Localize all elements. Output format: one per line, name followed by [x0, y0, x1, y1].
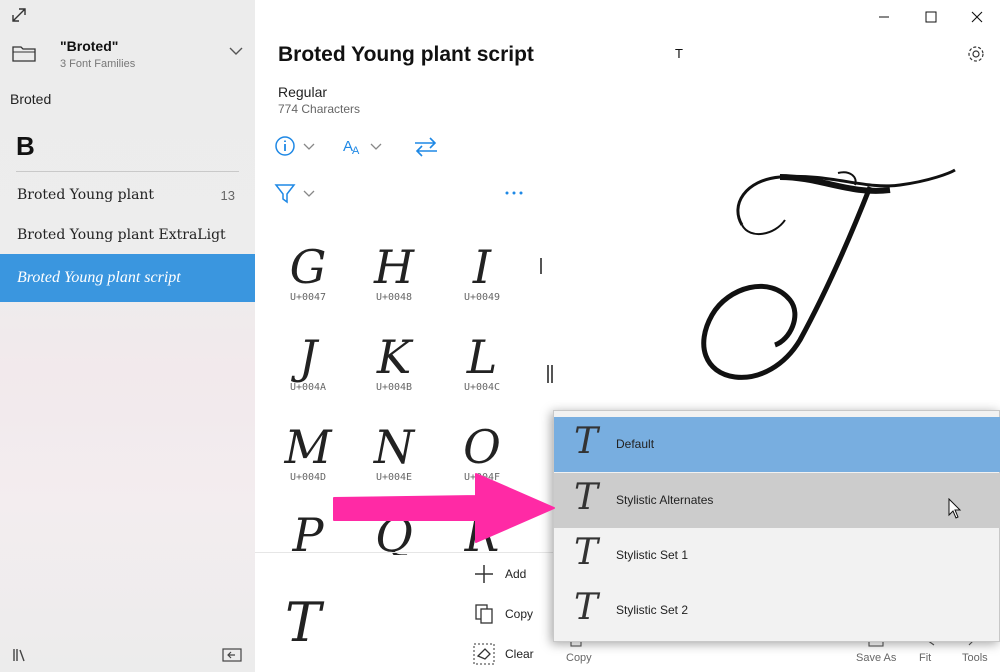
collection-folder-icon — [12, 46, 36, 62]
glyph-cell[interactable]: K U+004B — [349, 330, 439, 415]
collection-subtitle: 3 Font Families — [60, 58, 136, 70]
family-label: Broted — [10, 91, 52, 107]
more-options-button[interactable] — [503, 182, 527, 206]
glyph-char: M — [284, 420, 332, 474]
bottom-copy-label[interactable]: Copy — [566, 652, 592, 664]
add-label: Add — [505, 567, 527, 581]
glyph-code: U+004C — [463, 382, 501, 393]
font-size-dropdown-button[interactable]: A A — [342, 135, 388, 159]
variant-stylistic-alternates[interactable]: T Stylistic Alternates — [554, 473, 1000, 528]
variant-label: Default — [616, 437, 655, 451]
collection-name: "Broted" — [60, 38, 119, 54]
variant-label: Stylistic Set 2 — [616, 603, 689, 617]
maximize-icon[interactable] — [918, 7, 944, 27]
compare-glyph: T — [285, 591, 322, 654]
clear-label: Clear — [505, 647, 534, 661]
glyph-char: G — [289, 240, 327, 294]
glyph-cell[interactable]: H U+0048 — [349, 240, 439, 325]
save-as-label[interactable]: Save As — [856, 652, 896, 664]
glyph-code: U+0048 — [375, 292, 413, 303]
typography-variants-flyout: T Default T Stylistic Alternates T Styli… — [553, 410, 1000, 642]
group-divider — [16, 171, 239, 172]
collection-selector[interactable]: "Broted" 3 Font Families — [0, 34, 255, 74]
font-item-label: Broted Young plant — [17, 187, 155, 203]
annotation-arrow — [333, 473, 555, 543]
variant-glyph: T — [574, 477, 599, 518]
font-item-label: Broted Young plant ExtraLigt — [17, 227, 226, 243]
compare-area: T Add Copy Clear — [255, 552, 555, 672]
scrollbar-indicator[interactable] — [540, 258, 542, 274]
splitter-handle[interactable] — [547, 365, 549, 383]
group-letter: B — [16, 131, 35, 161]
tools-label[interactable]: Tools — [962, 652, 988, 664]
chevron-down-icon[interactable] — [228, 46, 244, 56]
font-title: Broted Young plant script — [278, 43, 534, 66]
fit-label[interactable]: Fit — [919, 652, 931, 664]
variant-glyph: T — [574, 587, 599, 628]
font-style: Regular — [278, 84, 328, 100]
variant-glyph: T — [574, 532, 599, 573]
variant-stylistic-set-1[interactable]: T Stylistic Set 1 — [554, 528, 1000, 583]
character-map-window: "Broted" 3 Font Families Broted B Broted… — [0, 0, 1000, 672]
variant-label: Stylistic Set 1 — [616, 548, 689, 562]
font-list-item[interactable]: Broted Young plant 13 — [0, 175, 255, 215]
swap-button[interactable] — [413, 135, 439, 159]
glyph-char: K — [376, 330, 412, 384]
glyph-code: U+0047 — [289, 292, 327, 303]
glyph-char: L — [466, 330, 498, 384]
font-list-item[interactable]: Broted Young plant ExtraLigt — [0, 215, 255, 255]
font-item-count: 13 — [220, 188, 235, 203]
info-icon — [275, 136, 315, 156]
text-size-icon: A A — [343, 138, 382, 157]
svg-text:A: A — [352, 145, 360, 157]
info-dropdown-button[interactable] — [274, 135, 320, 159]
expand-icon[interactable] — [10, 6, 36, 28]
glyph-char: N — [373, 420, 415, 474]
font-item-label: Broted Young plant script — [17, 269, 181, 286]
glyph-preview-large — [701, 168, 956, 380]
swap-arrows-icon — [415, 137, 437, 157]
copy-icon — [475, 604, 493, 624]
ellipsis-icon — [505, 191, 523, 195]
sidebar: "Broted" 3 Font Families Broted B Broted… — [0, 0, 255, 672]
minimize-icon[interactable] — [871, 7, 897, 27]
variant-default[interactable]: T Default — [554, 417, 1000, 472]
plus-icon — [475, 565, 493, 583]
glyph-char: I — [472, 240, 492, 294]
glyph-code: U+0049 — [463, 292, 501, 303]
glyph-cell[interactable]: L U+004C — [437, 330, 527, 415]
glyph-cell[interactable]: J U+004A — [263, 330, 353, 415]
gear-icon[interactable] — [966, 44, 986, 64]
glyph-code: U+004B — [375, 382, 413, 393]
library-icon[interactable] — [12, 648, 30, 665]
mouse-cursor-icon — [948, 498, 962, 519]
filter-icon — [274, 184, 315, 204]
font-list-item-selected[interactable]: Broted Young plant script — [0, 254, 255, 302]
glyph-cell[interactable]: G U+0047 — [263, 240, 353, 325]
close-icon[interactable] — [964, 7, 990, 27]
glyph-code: U+004A — [289, 382, 327, 393]
splitter-handle[interactable] — [551, 365, 553, 383]
variant-stylistic-set-2[interactable]: T Stylistic Set 2 — [554, 583, 1000, 638]
filter-dropdown-button[interactable] — [274, 182, 320, 206]
copy-label: Copy — [505, 607, 534, 621]
glyph-char: J — [298, 330, 318, 384]
glyph-char: H — [373, 240, 415, 294]
glyph-char: O — [463, 420, 501, 474]
glyph-cell[interactable]: I U+0049 — [437, 240, 527, 325]
variant-label: Stylistic Alternates — [616, 493, 714, 507]
preview-character: T — [675, 46, 683, 61]
eraser-icon — [473, 643, 495, 665]
collapse-pane-icon[interactable] — [222, 648, 242, 662]
character-count: 774 Characters — [278, 102, 361, 116]
variant-glyph: T — [574, 421, 599, 462]
